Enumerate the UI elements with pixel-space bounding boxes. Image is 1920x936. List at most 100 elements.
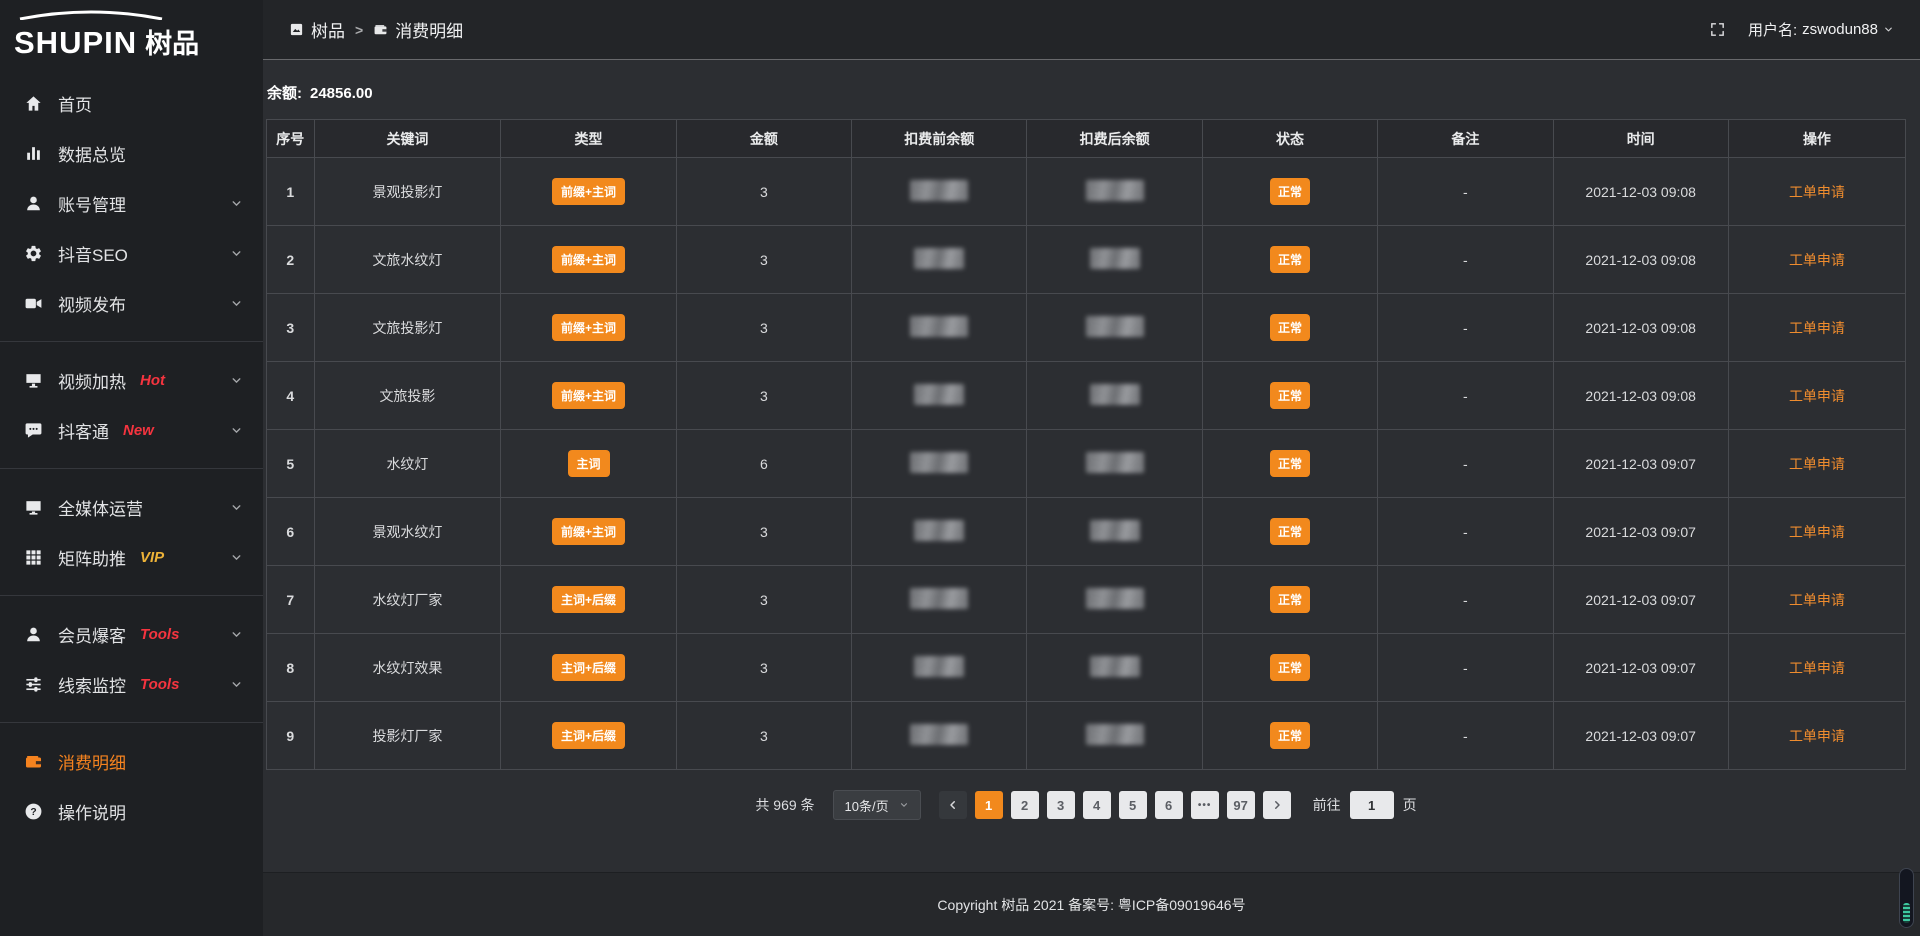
cell-type: 主词+后缀 — [501, 702, 676, 770]
sidebar-item-member-baoke[interactable]: 会员爆客Tools — [0, 609, 263, 659]
sidebar-item-account-management[interactable]: 账号管理 — [0, 178, 263, 228]
cell-type: 主词 — [501, 430, 676, 498]
chevron-down-icon — [1883, 24, 1894, 35]
cell-keyword: 景观投影灯 — [314, 158, 501, 226]
table-body: 1景观投影灯前缀+主词3正常-2021-12-03 09:08工单申请2文旅水纹… — [267, 158, 1906, 770]
cell-no: 7 — [267, 566, 315, 634]
sidebar-item-consumption-details[interactable]: 消费明细 — [0, 736, 263, 786]
sidebar-item-data-overview[interactable]: 数据总览 — [0, 128, 263, 178]
cell-pre-balance — [852, 634, 1027, 702]
cell-no: 2 — [267, 226, 315, 294]
cell-action: 工单申请 — [1728, 294, 1905, 362]
sidebar-item-home[interactable]: 首页 — [0, 78, 263, 128]
cell-time: 2021-12-03 09:08 — [1553, 362, 1728, 430]
prev-page-button[interactable] — [939, 791, 967, 819]
next-page-button[interactable] — [1263, 791, 1291, 819]
app: SHUPIN 树品 首页数据总览账号管理抖音SEO视频发布视频加热Hot抖客通N… — [0, 0, 1920, 936]
cell-post-balance — [1027, 226, 1202, 294]
cell-amount: 3 — [676, 634, 851, 702]
sidebar-item-label: 矩阵助推 — [58, 545, 126, 570]
cell-type: 前缀+主词 — [501, 362, 676, 430]
copyright-text: Copyright 树品 2021 备案号: 粤ICP备09019646号 — [937, 895, 1245, 915]
censored-value — [914, 656, 964, 677]
sidebar-item-all-media-operation[interactable]: 全媒体运营 — [0, 482, 263, 532]
breadcrumb-item-0[interactable]: 树品 — [289, 17, 345, 42]
cell-time: 2021-12-03 09:07 — [1553, 566, 1728, 634]
page-button-3[interactable]: 3 — [1047, 791, 1075, 819]
page-button-97[interactable]: 97 — [1227, 791, 1255, 819]
work-order-link[interactable]: 工单申请 — [1789, 456, 1845, 472]
topbar: 树品>消费明细 用户名: zswodun88 — [263, 0, 1920, 60]
wallet-icon — [24, 752, 43, 771]
work-order-link[interactable]: 工单申请 — [1789, 320, 1845, 336]
fullscreen-icon[interactable] — [1709, 21, 1726, 38]
page-size-select[interactable]: 10条/页 — [833, 790, 921, 820]
cell-action: 工单申请 — [1728, 430, 1905, 498]
sidebar-item-lead-monitoring[interactable]: 线索监控Tools — [0, 659, 263, 709]
sidebar-item-video-publish[interactable]: 视频发布 — [0, 278, 263, 328]
cell-no: 8 — [267, 634, 315, 702]
cell-amount: 6 — [676, 430, 851, 498]
work-order-link[interactable]: 工单申请 — [1789, 184, 1845, 200]
sidebar-item-label: 全媒体运营 — [58, 495, 143, 520]
sidebar-item-label: 会员爆客 — [58, 622, 126, 647]
grid-icon — [24, 548, 43, 567]
cell-type: 前缀+主词 — [501, 158, 676, 226]
cell-status: 正常 — [1202, 498, 1377, 566]
censored-value — [1086, 316, 1144, 337]
sliders-icon — [24, 675, 43, 694]
cell-status: 正常 — [1202, 702, 1377, 770]
cell-status: 正常 — [1202, 158, 1377, 226]
gear-icon — [24, 244, 43, 263]
sidebar-item-matrix-boost[interactable]: 矩阵助推 VIP — [0, 532, 263, 582]
user-menu[interactable]: 用户名: zswodun88 — [1748, 19, 1894, 40]
column-header-amount: 金额 — [676, 120, 851, 158]
censored-value — [910, 588, 968, 609]
username-value: zswodun88 — [1802, 21, 1878, 38]
page-button-5[interactable]: 5 — [1119, 791, 1147, 819]
sidebar-item-label: 消费明细 — [58, 749, 126, 774]
column-header-time: 时间 — [1553, 120, 1728, 158]
work-order-link[interactable]: 工单申请 — [1789, 592, 1845, 608]
censored-value — [914, 520, 964, 541]
cell-keyword: 投影灯厂家 — [314, 702, 501, 770]
work-order-link[interactable]: 工单申请 — [1789, 524, 1845, 540]
censored-value — [914, 384, 964, 405]
table-row-3: 3文旅投影灯前缀+主词3正常-2021-12-03 09:08工单申请 — [267, 294, 1906, 362]
sidebar-item-label: 抖音SEO — [58, 241, 128, 266]
work-order-link[interactable]: 工单申请 — [1789, 252, 1845, 268]
cell-amount: 3 — [676, 294, 851, 362]
cell-post-balance — [1027, 430, 1202, 498]
total-count: 共 969 条 — [755, 795, 814, 815]
breadcrumb-label: 树品 — [311, 17, 345, 42]
more-pages-button[interactable]: ••• — [1191, 791, 1219, 819]
page-button-4[interactable]: 4 — [1083, 791, 1111, 819]
sidebar-item-label: 视频发布 — [58, 291, 126, 316]
censored-value — [910, 724, 968, 745]
table-header-row: 序号关键词类型金额扣费前余额扣费后余额状态备注时间操作 — [267, 120, 1906, 158]
censored-value — [1086, 724, 1144, 745]
logo-arc-icon — [16, 7, 166, 20]
cell-post-balance — [1027, 634, 1202, 702]
sidebar-item-video-heating[interactable]: 视频加热Hot — [0, 355, 263, 405]
sidebar-item-douyin-seo[interactable]: 抖音SEO — [0, 228, 263, 278]
breadcrumb-item-1[interactable]: 消费明细 — [373, 17, 463, 42]
sidebar-item-tag: Hot — [140, 372, 165, 389]
page-button-2[interactable]: 2 — [1011, 791, 1039, 819]
goto-page-input[interactable]: 1 — [1350, 791, 1394, 819]
censored-value — [1090, 656, 1140, 677]
display-icon — [24, 371, 43, 390]
sidebar-item-doukertong[interactable]: 抖客通New — [0, 405, 263, 455]
sidebar-item-operation-guide[interactable]: ?操作说明 — [0, 786, 263, 836]
work-order-link[interactable]: 工单申请 — [1789, 728, 1845, 744]
type-badge: 前缀+主词 — [552, 382, 625, 409]
cell-remark: - — [1378, 634, 1553, 702]
sidebar-item-tag: VIP — [140, 549, 164, 566]
work-order-link[interactable]: 工单申请 — [1789, 388, 1845, 404]
consumption-table: 序号关键词类型金额扣费前余额扣费后余额状态备注时间操作 1景观投影灯前缀+主词3… — [266, 119, 1906, 770]
cell-status: 正常 — [1202, 566, 1377, 634]
page-button-6[interactable]: 6 — [1155, 791, 1183, 819]
work-order-link[interactable]: 工单申请 — [1789, 660, 1845, 676]
page-button-1[interactable]: 1 — [975, 791, 1003, 819]
cell-pre-balance — [852, 158, 1027, 226]
